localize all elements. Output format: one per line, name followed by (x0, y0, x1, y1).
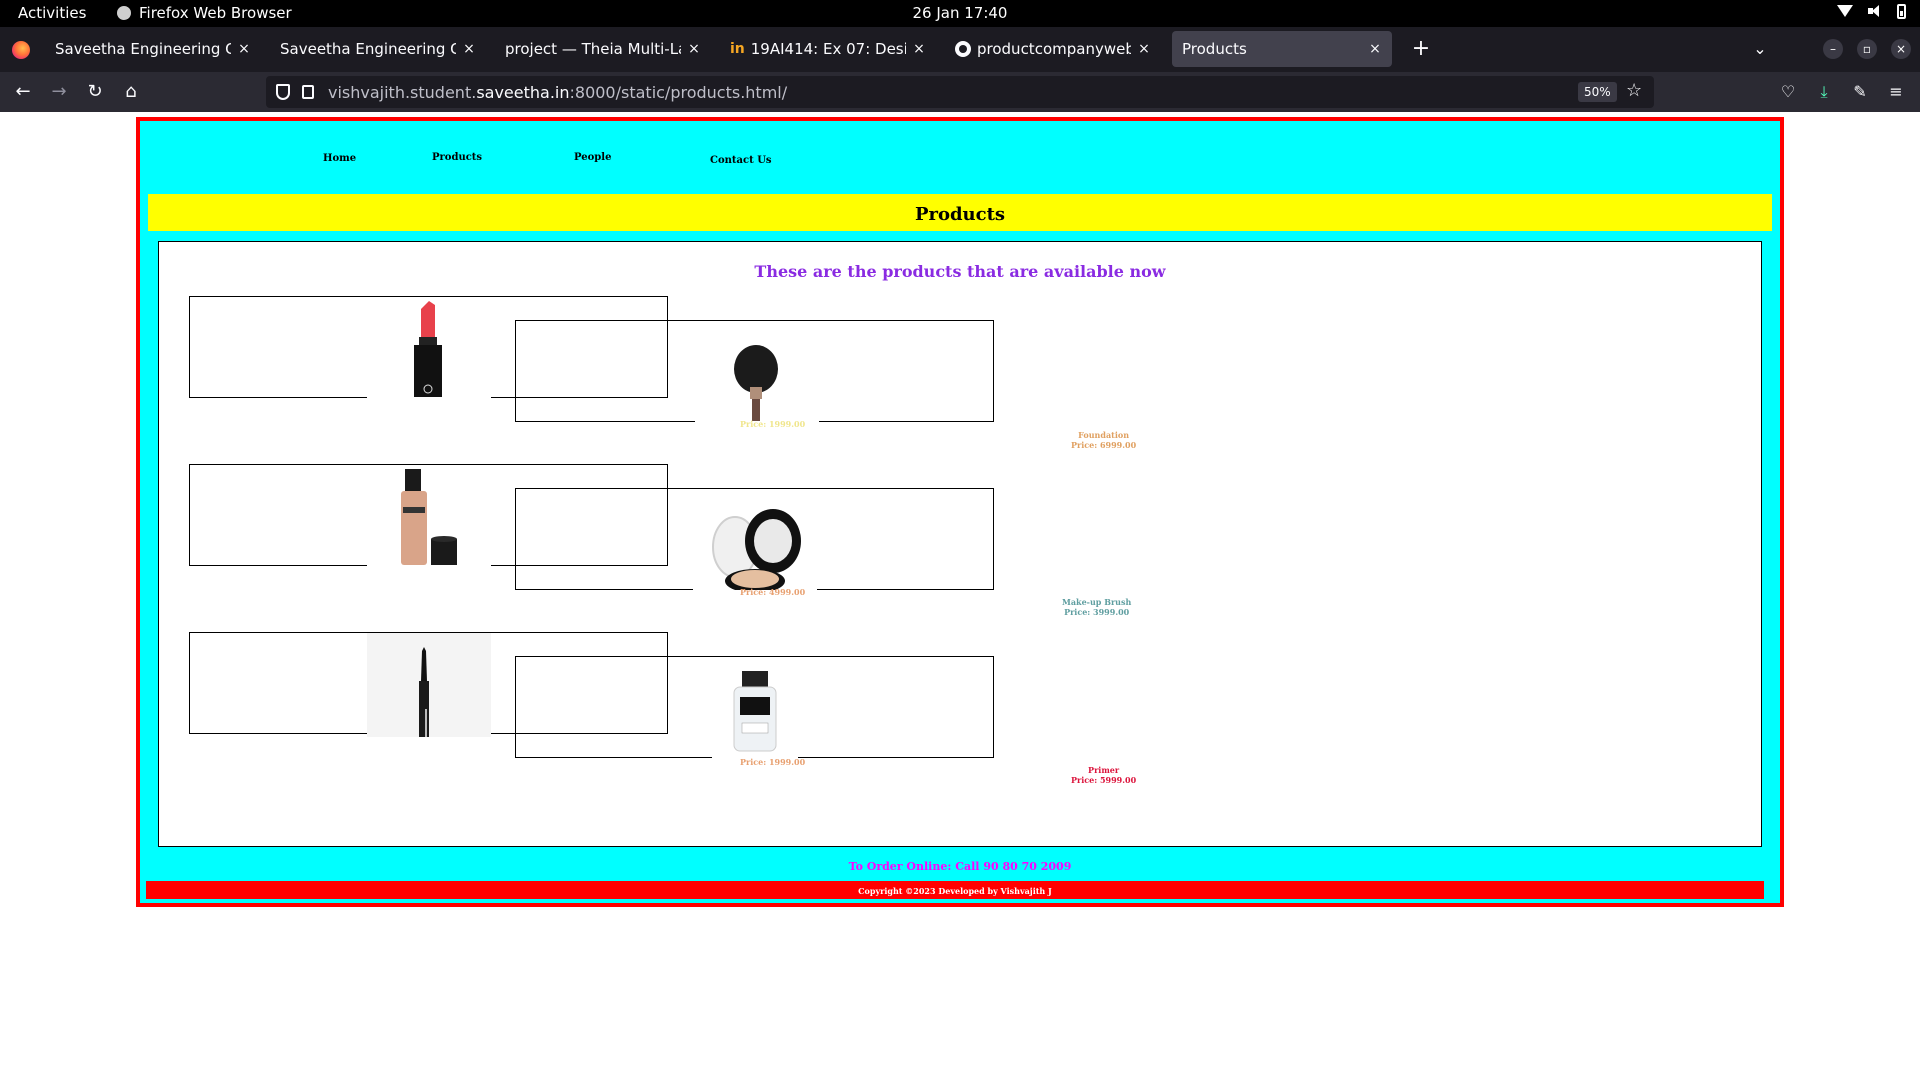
product-price: Price: 6999.00 (1071, 440, 1137, 450)
eyeliner-image (367, 633, 491, 737)
zoom-indicator[interactable]: 50% (1578, 82, 1617, 102)
page-viewport: Home Products People Contact Us Products… (0, 112, 1920, 1080)
url-suffix: :8000/static/products.html/ (569, 83, 788, 102)
overlap-price-label: Price: 1999.00 (740, 757, 806, 767)
tab-close-icon[interactable]: × (687, 41, 701, 57)
primer-image (712, 667, 798, 761)
forward-icon[interactable]: → (45, 78, 73, 106)
tab-close-icon[interactable]: × (1368, 41, 1382, 57)
tab-saveetha-2[interactable]: Saveetha Engineering Colleg × (270, 31, 486, 67)
close-window-icon[interactable]: × (1891, 39, 1911, 59)
foundation-image (367, 465, 491, 566)
tab-theia[interactable]: project — Theia Multi-Langu × (495, 31, 711, 67)
overlap-price-label: Price: 4999.00 (740, 587, 806, 597)
back-icon[interactable]: ← (9, 78, 37, 106)
compact-powder-image (693, 489, 817, 590)
copyright-footer: Copyright ©2023 Developed by Vishvajith … (146, 881, 1764, 899)
url-prefix: vishvajith.student. (328, 83, 477, 102)
page-banner: Products (148, 194, 1772, 231)
bookmark-star-icon[interactable]: ☆ (1626, 80, 1642, 101)
product-name: Foundation (1078, 430, 1130, 440)
home-icon[interactable]: ⌂ (117, 78, 145, 106)
tab-label: productcompanywebsite (977, 40, 1131, 58)
product-caption-primer: Primer Price: 5999.00 (1071, 765, 1136, 785)
product-name: Make-up Brush (1062, 597, 1132, 607)
tab-label: Products (1182, 40, 1247, 58)
tab-products[interactable]: Products × (1172, 31, 1392, 67)
new-tab-button[interactable]: + (1407, 35, 1435, 63)
tab-label: Saveetha Engineering Colleg (280, 40, 456, 58)
product-caption-foundation: Foundation Price: 6999.00 (1071, 430, 1136, 450)
menu-icon[interactable]: ≡ (1884, 80, 1908, 104)
tab-github[interactable]: productcompanywebsite × (945, 31, 1161, 67)
restore-icon[interactable]: ▫ (1857, 39, 1877, 59)
products-headline: These are the products that are availabl… (754, 262, 1166, 281)
tab-close-icon[interactable]: × (462, 41, 476, 57)
product-caption-brush: Make-up Brush Price: 3999.00 (1062, 597, 1131, 617)
order-contact-line: To Order Online: Call 90 80 70 2009 (848, 860, 1072, 873)
tab-saveetha-1[interactable]: Saveetha Engineering Colleg × (45, 31, 261, 67)
product-box-primer: Price: 1999.00 (515, 656, 994, 767)
tab-label: Saveetha Engineering Colleg (55, 40, 231, 58)
tab-close-icon[interactable]: × (237, 41, 251, 57)
tab-strip: Saveetha Engineering Colleg × Saveetha E… (0, 27, 1920, 72)
makeup-brush-image (695, 321, 819, 422)
moodle-favicon-icon: in (730, 41, 745, 57)
nav-link-people[interactable]: People (574, 152, 611, 163)
product-price: Price: 5999.00 (1071, 775, 1137, 785)
reload-icon[interactable]: ↻ (81, 78, 109, 106)
firefox-icon[interactable] (12, 41, 30, 59)
overlap-price-label: Price: 1999.00 (740, 419, 806, 429)
lipstick-image (367, 297, 491, 398)
clock[interactable]: 26 Jan 17:40 (0, 4, 1920, 22)
battery-icon (1897, 3, 1906, 19)
navigation-toolbar: ← → ↻ ⌂ vishvajith.student.saveetha.in:8… (0, 72, 1920, 112)
nav-link-contact[interactable]: Contact Us (710, 155, 772, 166)
products-section: These are the products that are availabl… (158, 241, 1762, 847)
tab-19ai414[interactable]: in 19AI414: Ex 07: Design a × (720, 31, 936, 67)
github-icon (955, 41, 971, 57)
product-name: Primer (1088, 765, 1120, 775)
url-text[interactable]: vishvajith.student.saveetha.in:8000/stat… (328, 83, 787, 102)
lock-icon[interactable] (302, 85, 314, 99)
nav-link-home[interactable]: Home (323, 153, 356, 164)
list-all-tabs-icon[interactable]: ⌄ (1748, 35, 1772, 63)
tab-close-icon[interactable]: × (1137, 41, 1151, 57)
extensions-icon[interactable]: ✎ (1848, 80, 1872, 104)
url-host: saveetha.in (476, 83, 570, 102)
product-price: Price: 3999.00 (1064, 607, 1130, 617)
nav-link-products[interactable]: Products (432, 152, 482, 163)
product-box-compact: Price: 4999.00 (515, 488, 994, 597)
download-icon[interactable]: ⤓ (1812, 80, 1836, 104)
pocket-icon[interactable]: ♡ (1776, 80, 1800, 104)
product-box-brush: Price: 1999.00 (515, 320, 994, 429)
wifi-icon (1837, 3, 1853, 19)
tab-close-icon[interactable]: × (912, 41, 926, 57)
volume-icon (1867, 3, 1883, 19)
tab-label: project — Theia Multi-Langu (505, 40, 681, 58)
tab-label: 19AI414: Ex 07: Design a (750, 40, 906, 58)
system-top-bar: Activities Firefox Web Browser 26 Jan 17… (0, 0, 1920, 27)
minimize-icon[interactable]: – (1823, 39, 1843, 59)
system-tray[interactable] (1837, 3, 1906, 19)
address-bar[interactable]: vishvajith.student.saveetha.in:8000/stat… (266, 76, 1654, 108)
site-container: Home Products People Contact Us Products… (136, 117, 1784, 907)
shield-icon[interactable] (276, 84, 290, 100)
